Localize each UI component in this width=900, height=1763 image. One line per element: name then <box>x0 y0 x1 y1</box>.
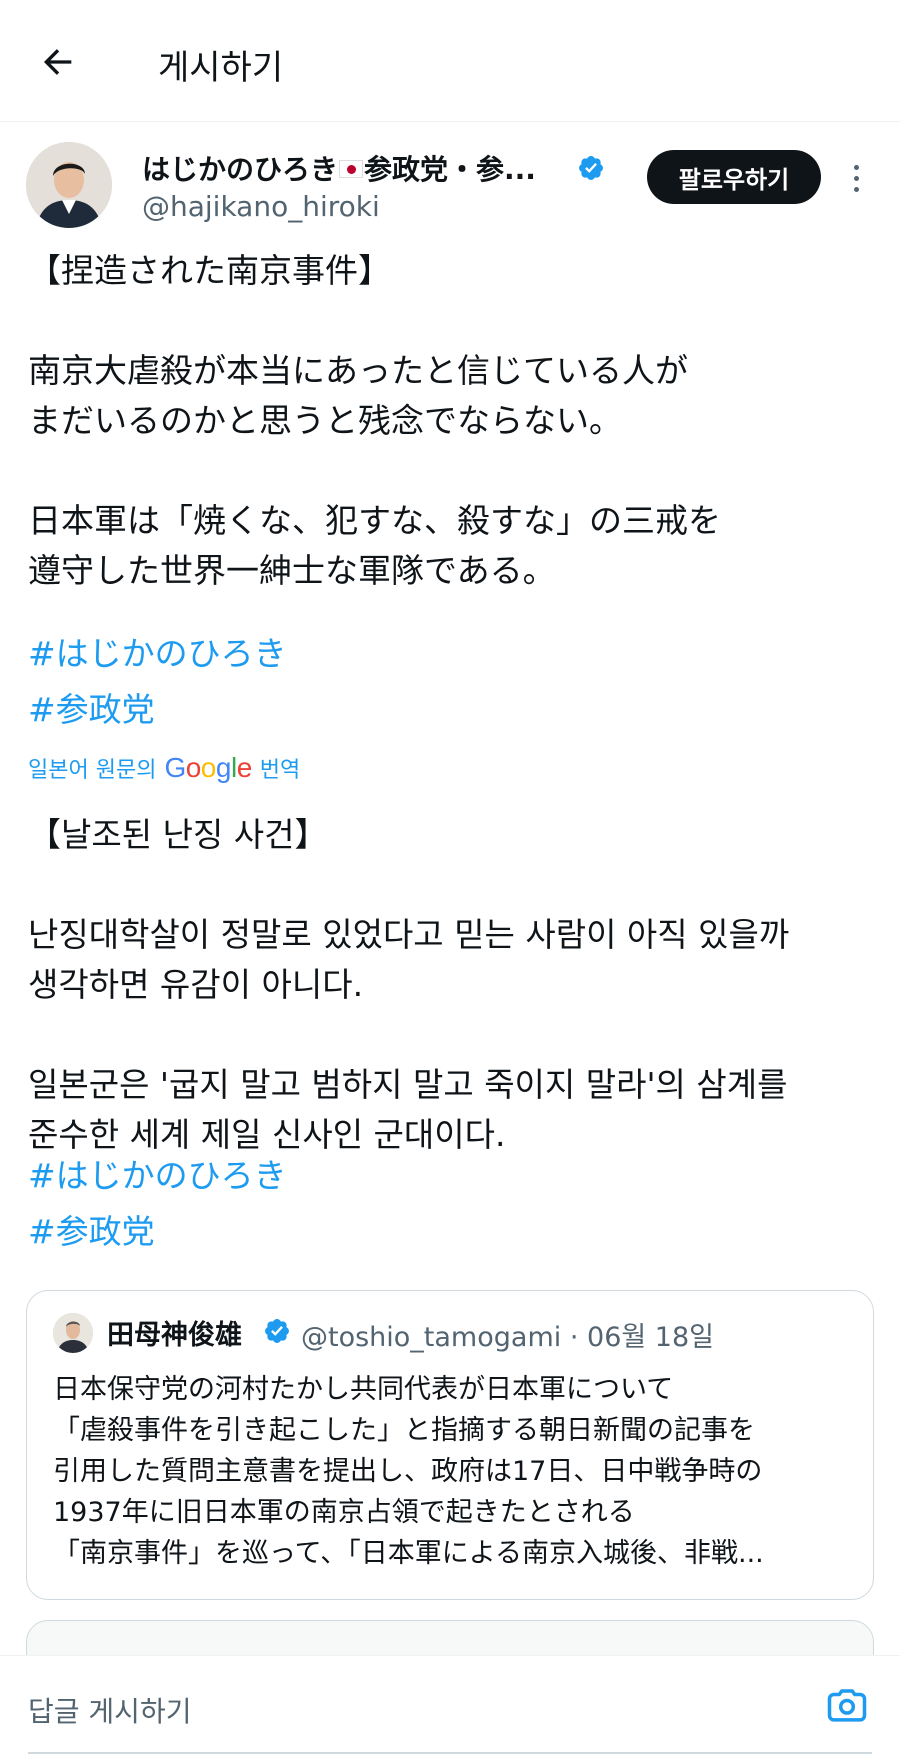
follow-button[interactable]: 팔로우하기 <box>647 150 821 204</box>
arrow-left-icon <box>43 49 72 75</box>
avatar-portrait-icon <box>26 142 112 228</box>
tweet-original-text: 【捏造された南京事件】 南京大虐殺が本当にあったと信じている人が まだいるのかと… <box>28 251 721 590</box>
quote-text: 日本保守党の河村たかし共同代表が日本軍について 「虐殺事件を引き起こした」と指摘… <box>53 1374 764 1569</box>
translated-hashtags: #はじかのひろき #参政党 <box>28 1148 287 1260</box>
quote-meta: @toshio_tamogami · 06월 18일 <box>301 1315 714 1354</box>
original-hashtags: #はじかのひろき #参政党 <box>28 626 287 738</box>
quote-handle: @toshio_tamogami <box>301 1322 562 1353</box>
hashtag-link[interactable]: #参政党 <box>28 1204 287 1260</box>
more-vertical-icon[interactable] <box>842 156 870 200</box>
reply-input[interactable]: 답글 게시하기 <box>28 1690 191 1730</box>
quote-date: 06월 18일 <box>587 1322 715 1353</box>
verified-badge-icon <box>579 156 603 180</box>
quote-avatar <box>53 1313 93 1353</box>
author-name[interactable]: はじかのひろき 参政党・参... <box>142 148 536 188</box>
camera-icon <box>827 1689 867 1722</box>
hashtag-link[interactable]: #はじかのひろき <box>28 1148 287 1204</box>
back-button[interactable] <box>34 38 82 86</box>
author-name-text: はじかのひろき <box>142 153 339 186</box>
author-avatar[interactable] <box>26 142 112 228</box>
quote-author-name: 田母神俊雄 <box>107 1320 242 1351</box>
japan-flag-icon <box>339 160 364 178</box>
quote-separator: · <box>569 1322 579 1353</box>
camera-button[interactable] <box>822 1680 872 1730</box>
translate-suffix: 번역 <box>259 758 301 783</box>
author-handle[interactable]: @hajikano_hiroki <box>142 190 380 223</box>
top-bar: 게시하기 <box>0 0 900 122</box>
quoted-tweet-card[interactable]: 田母神俊雄 @toshio_tamogami · 06월 18일 日本保守党の河… <box>26 1290 874 1600</box>
author-row: はじかのひろき 参政党・参... @hajikano_hiroki 팔로우하기 <box>0 138 900 230</box>
hashtag-link[interactable]: #はじかのひろき <box>28 626 287 682</box>
reply-divider <box>28 1752 872 1754</box>
translate-prefix: 일본어 원문의 <box>28 758 157 783</box>
avatar-portrait-icon <box>53 1313 93 1353</box>
verified-badge-icon <box>265 1319 289 1343</box>
tweet-translated-text: 【날조된 난징 사건】 난징대학살이 정말로 있었다고 믿는 사람이 아직 있을… <box>28 815 790 1154</box>
page-title: 게시하기 <box>158 48 284 88</box>
author-name-suffix: 参政党・参... <box>364 153 536 186</box>
google-logo: Google <box>164 752 252 783</box>
hashtag-link[interactable]: #参政党 <box>28 682 287 738</box>
translation-credit[interactable]: 일본어 원문의 Google 번역 <box>28 752 300 784</box>
reply-bar: 답글 게시하기 <box>0 1655 900 1763</box>
